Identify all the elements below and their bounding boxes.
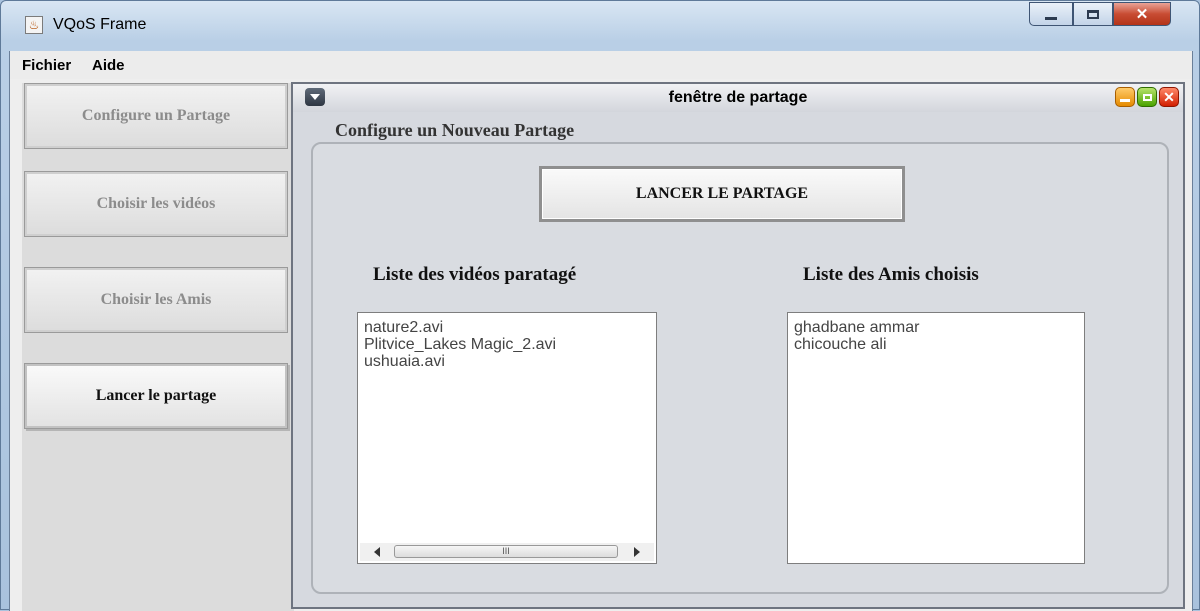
menu-fichier[interactable]: Fichier <box>22 57 71 74</box>
list-item[interactable]: nature2.avi <box>358 319 556 336</box>
internal-frame-title: fenêtre de partage <box>668 89 808 106</box>
share-internal-frame: fenêtre de partage ✕ Configure un Nouvea… <box>291 82 1185 609</box>
list-item[interactable]: Plitvice_Lakes Magic_2.avi <box>358 336 556 353</box>
minimize-icon <box>1120 98 1130 102</box>
close-icon: ✕ <box>1163 89 1175 105</box>
close-button[interactable]: ✕ <box>1113 2 1171 26</box>
maximize-button[interactable] <box>1073 2 1113 26</box>
section-title: Configure un Nouveau Partage <box>335 120 575 140</box>
window-titlebar[interactable]: ♨ VQoS Frame ✕ <box>1 1 1199 51</box>
sidebar: Configure un Partage Choisir les vidéos … <box>22 83 294 611</box>
internal-frame-titlebar[interactable]: fenêtre de partage ✕ <box>293 84 1183 112</box>
list-item[interactable]: chicouche ali <box>788 336 919 353</box>
internal-frame-buttons: ✕ <box>1115 87 1179 107</box>
horizontal-scrollbar[interactable]: III <box>360 543 654 561</box>
friends-items: ghadbane ammar chicouche ali <box>788 319 919 353</box>
friends-list-title: Liste des Amis choisis <box>803 264 979 285</box>
videos-items: nature2.avi Plitvice_Lakes Magic_2.avi u… <box>358 319 556 370</box>
window-caption-buttons: ✕ <box>1029 2 1171 26</box>
frame-maximize-button[interactable] <box>1137 87 1157 107</box>
menu-aide[interactable]: Aide <box>92 57 125 74</box>
configure-share-button[interactable]: Configure un Partage <box>24 83 288 149</box>
java-cup-icon: ♨ <box>25 16 43 34</box>
frame-close-button[interactable]: ✕ <box>1159 87 1179 107</box>
scroll-thumb[interactable]: III <box>394 545 618 558</box>
maximize-icon <box>1087 9 1099 19</box>
choose-videos-button[interactable]: Choisir les vidéos <box>24 171 288 237</box>
start-share-button[interactable]: Lancer le partage <box>24 363 288 429</box>
friends-listbox[interactable]: ghadbane ammar chicouche ali <box>787 312 1085 564</box>
minimize-icon <box>1045 16 1057 20</box>
scroll-left-icon[interactable] <box>374 547 380 557</box>
videos-list-title: Liste des vidéos paratagé <box>373 264 577 285</box>
list-item[interactable]: ushuaia.avi <box>358 353 556 370</box>
main-window: ♨ VQoS Frame ✕ Fichier Aide Configure un… <box>0 0 1200 611</box>
videos-listbox[interactable]: nature2.avi Plitvice_Lakes Magic_2.avi u… <box>357 312 657 564</box>
close-icon: ✕ <box>1135 6 1149 23</box>
frame-minimize-button[interactable] <box>1115 87 1135 107</box>
list-item[interactable]: ghadbane ammar <box>788 319 919 336</box>
choose-friends-button[interactable]: Choisir les Amis <box>24 267 288 333</box>
launch-share-button[interactable]: LANCER LE PARTAGE <box>539 166 905 222</box>
maximize-icon <box>1142 93 1152 101</box>
window-title: VQoS Frame <box>53 16 147 33</box>
menu-bar: Fichier Aide <box>10 51 1192 79</box>
minimize-button[interactable] <box>1029 2 1073 26</box>
scroll-right-icon[interactable] <box>634 547 640 557</box>
